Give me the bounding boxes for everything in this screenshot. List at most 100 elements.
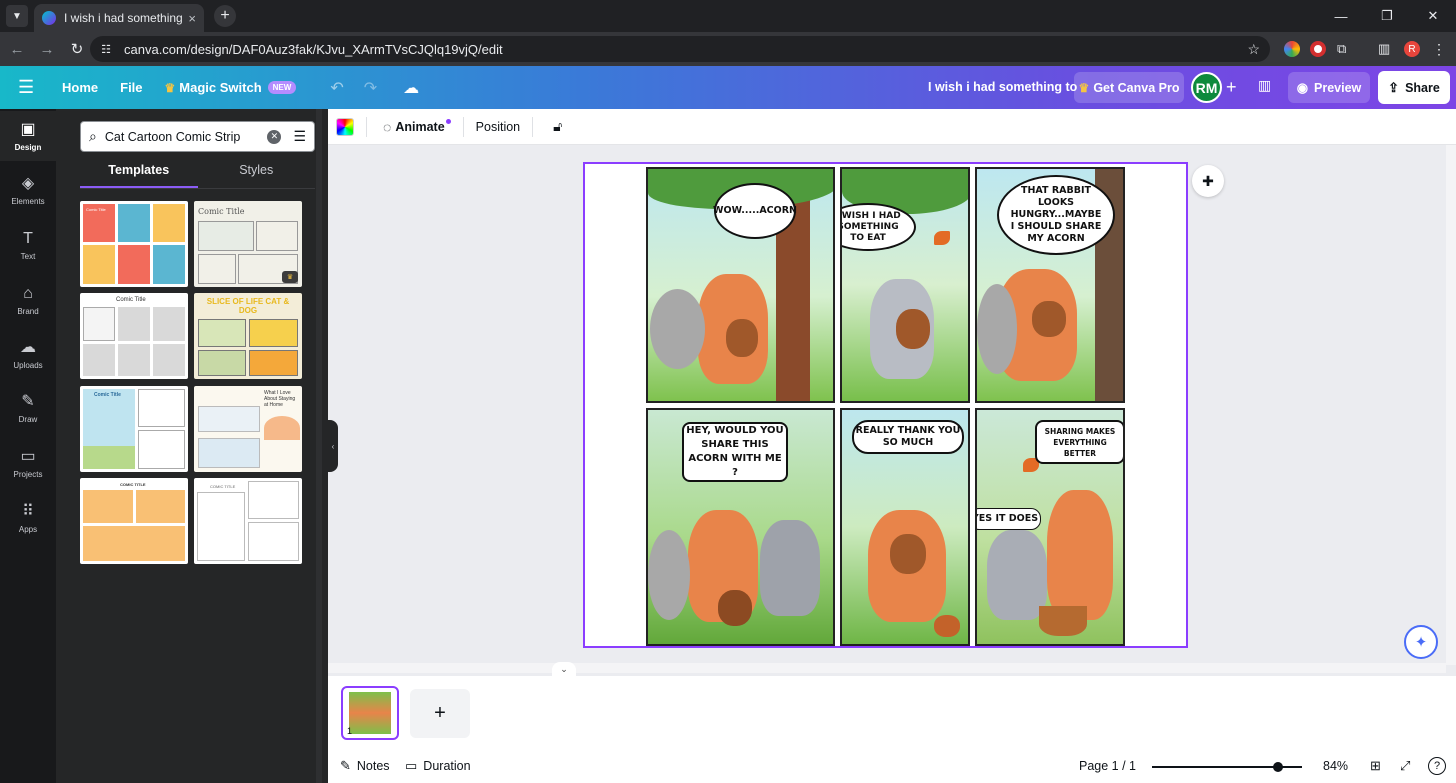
chrome-menu-icon[interactable]: ⋮: [1432, 41, 1448, 57]
invite-plus-icon[interactable]: +: [1226, 77, 1237, 98]
rail-item-elements[interactable]: ◈ Elements: [0, 165, 56, 215]
site-info-icon[interactable]: ☷: [98, 41, 114, 57]
rail-item-uploads[interactable]: ☁ Uploads: [0, 329, 56, 379]
lock-icon[interactable]: 🔓︎: [553, 118, 562, 135]
template-card[interactable]: Comic Title: [80, 293, 188, 379]
template-card[interactable]: What I Love About Staying at Home: [194, 386, 302, 472]
search-input[interactable]: Cat Cartoon Comic Strip: [105, 130, 268, 144]
animate-button[interactable]: ◌ Animate: [383, 119, 451, 135]
maximize-icon[interactable]: ❐: [1364, 0, 1410, 32]
comic-panel-5[interactable]: REALLY THANK YOU SO MUCH: [840, 408, 970, 646]
browser-tab[interactable]: I wish i had something to - 25 ×: [34, 4, 204, 32]
new-tab-button[interactable]: +: [214, 5, 236, 27]
extension-color-icon[interactable]: [1284, 41, 1300, 57]
rail-item-text[interactable]: T Text: [0, 220, 56, 270]
browser-tabbar: ▼ I wish i had something to - 25 × + — ❐…: [0, 0, 1456, 32]
undo-icon[interactable]: ↶: [330, 78, 343, 98]
help-icon[interactable]: ?: [1428, 757, 1446, 775]
get-canva-pro-button[interactable]: ♛ Get Canva Pro: [1074, 72, 1184, 103]
document-title[interactable]: I wish i had something to: [928, 80, 1077, 94]
fullscreen-icon[interactable]: ⤢: [1400, 758, 1410, 774]
comic-panel-3[interactable]: THAT RABBIT LOOKS HUNGRY...MAYBE I SHOUL…: [975, 167, 1125, 403]
canvas-vertical-scrollbar[interactable]: [1446, 145, 1456, 665]
home-link[interactable]: Home: [62, 80, 98, 95]
magic-assistant-icon[interactable]: ✦: [1404, 625, 1438, 659]
page-indicator[interactable]: Page 1 / 1: [1079, 759, 1136, 773]
tab-close-icon[interactable]: ×: [188, 11, 196, 26]
speech-bubble[interactable]: HEY, WOULD YOU SHARE THIS ACORN WITH ME …: [682, 422, 788, 482]
magic-switch-button[interactable]: ♛ Magic Switch NEW: [165, 80, 297, 95]
text-icon: T: [23, 229, 33, 247]
bookmark-star-icon[interactable]: ☆: [1247, 41, 1260, 58]
rail-item-brand[interactable]: ⌂ Brand: [0, 275, 56, 325]
extension-pokeball-icon[interactable]: [1310, 41, 1326, 57]
design-page[interactable]: WOW.....ACORN I WISH I HAD SOMETHING TO …: [583, 162, 1188, 648]
insights-chart-icon[interactable]: ▥: [1258, 77, 1271, 94]
tab-templates[interactable]: Templates: [80, 163, 198, 188]
templates-panel: ⌕ Cat Cartoon Comic Strip ✕ ☰ Templates …: [56, 109, 328, 783]
speech-bubble[interactable]: SHARING MAKES EVERYTHING BETTER: [1035, 420, 1123, 464]
forward-icon[interactable]: →: [34, 36, 60, 62]
minimize-icon[interactable]: —: [1318, 0, 1364, 32]
clear-search-icon[interactable]: ✕: [267, 129, 282, 144]
rail-item-apps[interactable]: ⠿ Apps: [0, 493, 56, 543]
user-avatar[interactable]: RM: [1191, 72, 1222, 103]
back-icon[interactable]: ←: [4, 36, 30, 62]
duration-button[interactable]: ▭ Duration: [405, 758, 471, 774]
filter-sliders-icon[interactable]: ☰: [293, 128, 306, 145]
canva-favicon-icon: [42, 11, 56, 25]
draw-icon: ✎: [21, 392, 35, 410]
tab-styles[interactable]: Styles: [198, 163, 316, 188]
rail-label: Apps: [18, 524, 38, 534]
comic-panel-4[interactable]: HEY, WOULD YOU SHARE THIS ACORN WITH ME …: [646, 408, 835, 646]
speech-bubble[interactable]: REALLY THANK YOU SO MUCH: [852, 420, 964, 454]
apps-icon: ⠿: [22, 502, 34, 520]
speech-bubble[interactable]: THAT RABBIT LOOKS HUNGRY...MAYBE I SHOUL…: [997, 175, 1115, 255]
template-card[interactable]: Comic Title: [80, 386, 188, 472]
butterfly-icon: [934, 231, 950, 245]
rail-item-design[interactable]: ▣ Design: [0, 111, 56, 161]
page-thumbnail[interactable]: 1: [341, 686, 399, 740]
canvas-horizontal-scrollbar[interactable]: [328, 663, 1446, 673]
position-button[interactable]: Position: [476, 120, 520, 134]
comic-panel-1[interactable]: WOW.....ACORN: [646, 167, 835, 403]
file-menu[interactable]: File: [120, 80, 142, 95]
address-bar[interactable]: ☷ canva.com/design/DAF0Auz3fak/KJvu_XArm…: [90, 36, 1270, 62]
color-picker-icon[interactable]: [336, 117, 354, 136]
panel-scrollbar[interactable]: [316, 109, 322, 783]
speech-bubble[interactable]: WOW.....ACORN: [713, 183, 797, 239]
speech-bubble[interactable]: YES IT DOES: [977, 508, 1041, 530]
profile-avatar[interactable]: R: [1404, 41, 1420, 57]
template-card[interactable]: SLICE OF LIFE CAT & DOG: [194, 293, 302, 379]
pages-collapse-chevron-icon[interactable]: ⌄: [552, 662, 576, 676]
comic-panel-2[interactable]: I WISH I HAD SOMETHING TO EAT: [840, 167, 970, 403]
template-card[interactable]: COMIC TITLE: [80, 478, 188, 564]
share-button[interactable]: ⇪ Share: [1378, 71, 1450, 104]
close-window-icon[interactable]: ✕: [1410, 0, 1456, 32]
menu-hamburger-icon[interactable]: ☰: [18, 77, 38, 98]
redo-icon[interactable]: ↷: [364, 78, 377, 98]
comic-panel-6[interactable]: SHARING MAKES EVERYTHING BETTER YES IT D…: [975, 408, 1125, 646]
uploads-icon: ☁: [20, 338, 36, 356]
template-card[interactable]: Comic Title ♛: [194, 201, 302, 287]
template-search[interactable]: ⌕ Cat Cartoon Comic Strip ✕ ☰: [80, 121, 315, 152]
add-page-button[interactable]: +: [410, 689, 470, 738]
pro-crown-icon: ♛: [282, 271, 298, 283]
add-comment-icon[interactable]: ✚: [1192, 165, 1224, 197]
template-title: COMIC TITLE: [120, 482, 146, 487]
grid-view-icon[interactable]: ⊞: [1370, 758, 1381, 774]
animate-icon: ◌: [383, 118, 392, 135]
rail-item-draw[interactable]: ✎ Draw: [0, 383, 56, 433]
tab-search-icon[interactable]: ▼: [6, 5, 28, 27]
notes-button[interactable]: ✎ Notes: [340, 758, 390, 774]
template-card[interactable]: COMIC TITLE: [194, 478, 302, 564]
zoom-slider-handle[interactable]: [1273, 762, 1283, 772]
side-panel-icon[interactable]: ▥: [1378, 41, 1394, 57]
extensions-puzzle-icon[interactable]: ⧉: [1337, 41, 1353, 57]
rail-item-projects[interactable]: ▭ Projects: [0, 438, 56, 488]
zoom-level[interactable]: 84%: [1323, 759, 1348, 773]
cloud-save-icon[interactable]: ☁: [403, 78, 419, 98]
template-card[interactable]: Comic Title: [80, 201, 188, 287]
preview-button[interactable]: ◉ Preview: [1288, 72, 1370, 103]
reload-icon[interactable]: ↻: [64, 36, 90, 62]
